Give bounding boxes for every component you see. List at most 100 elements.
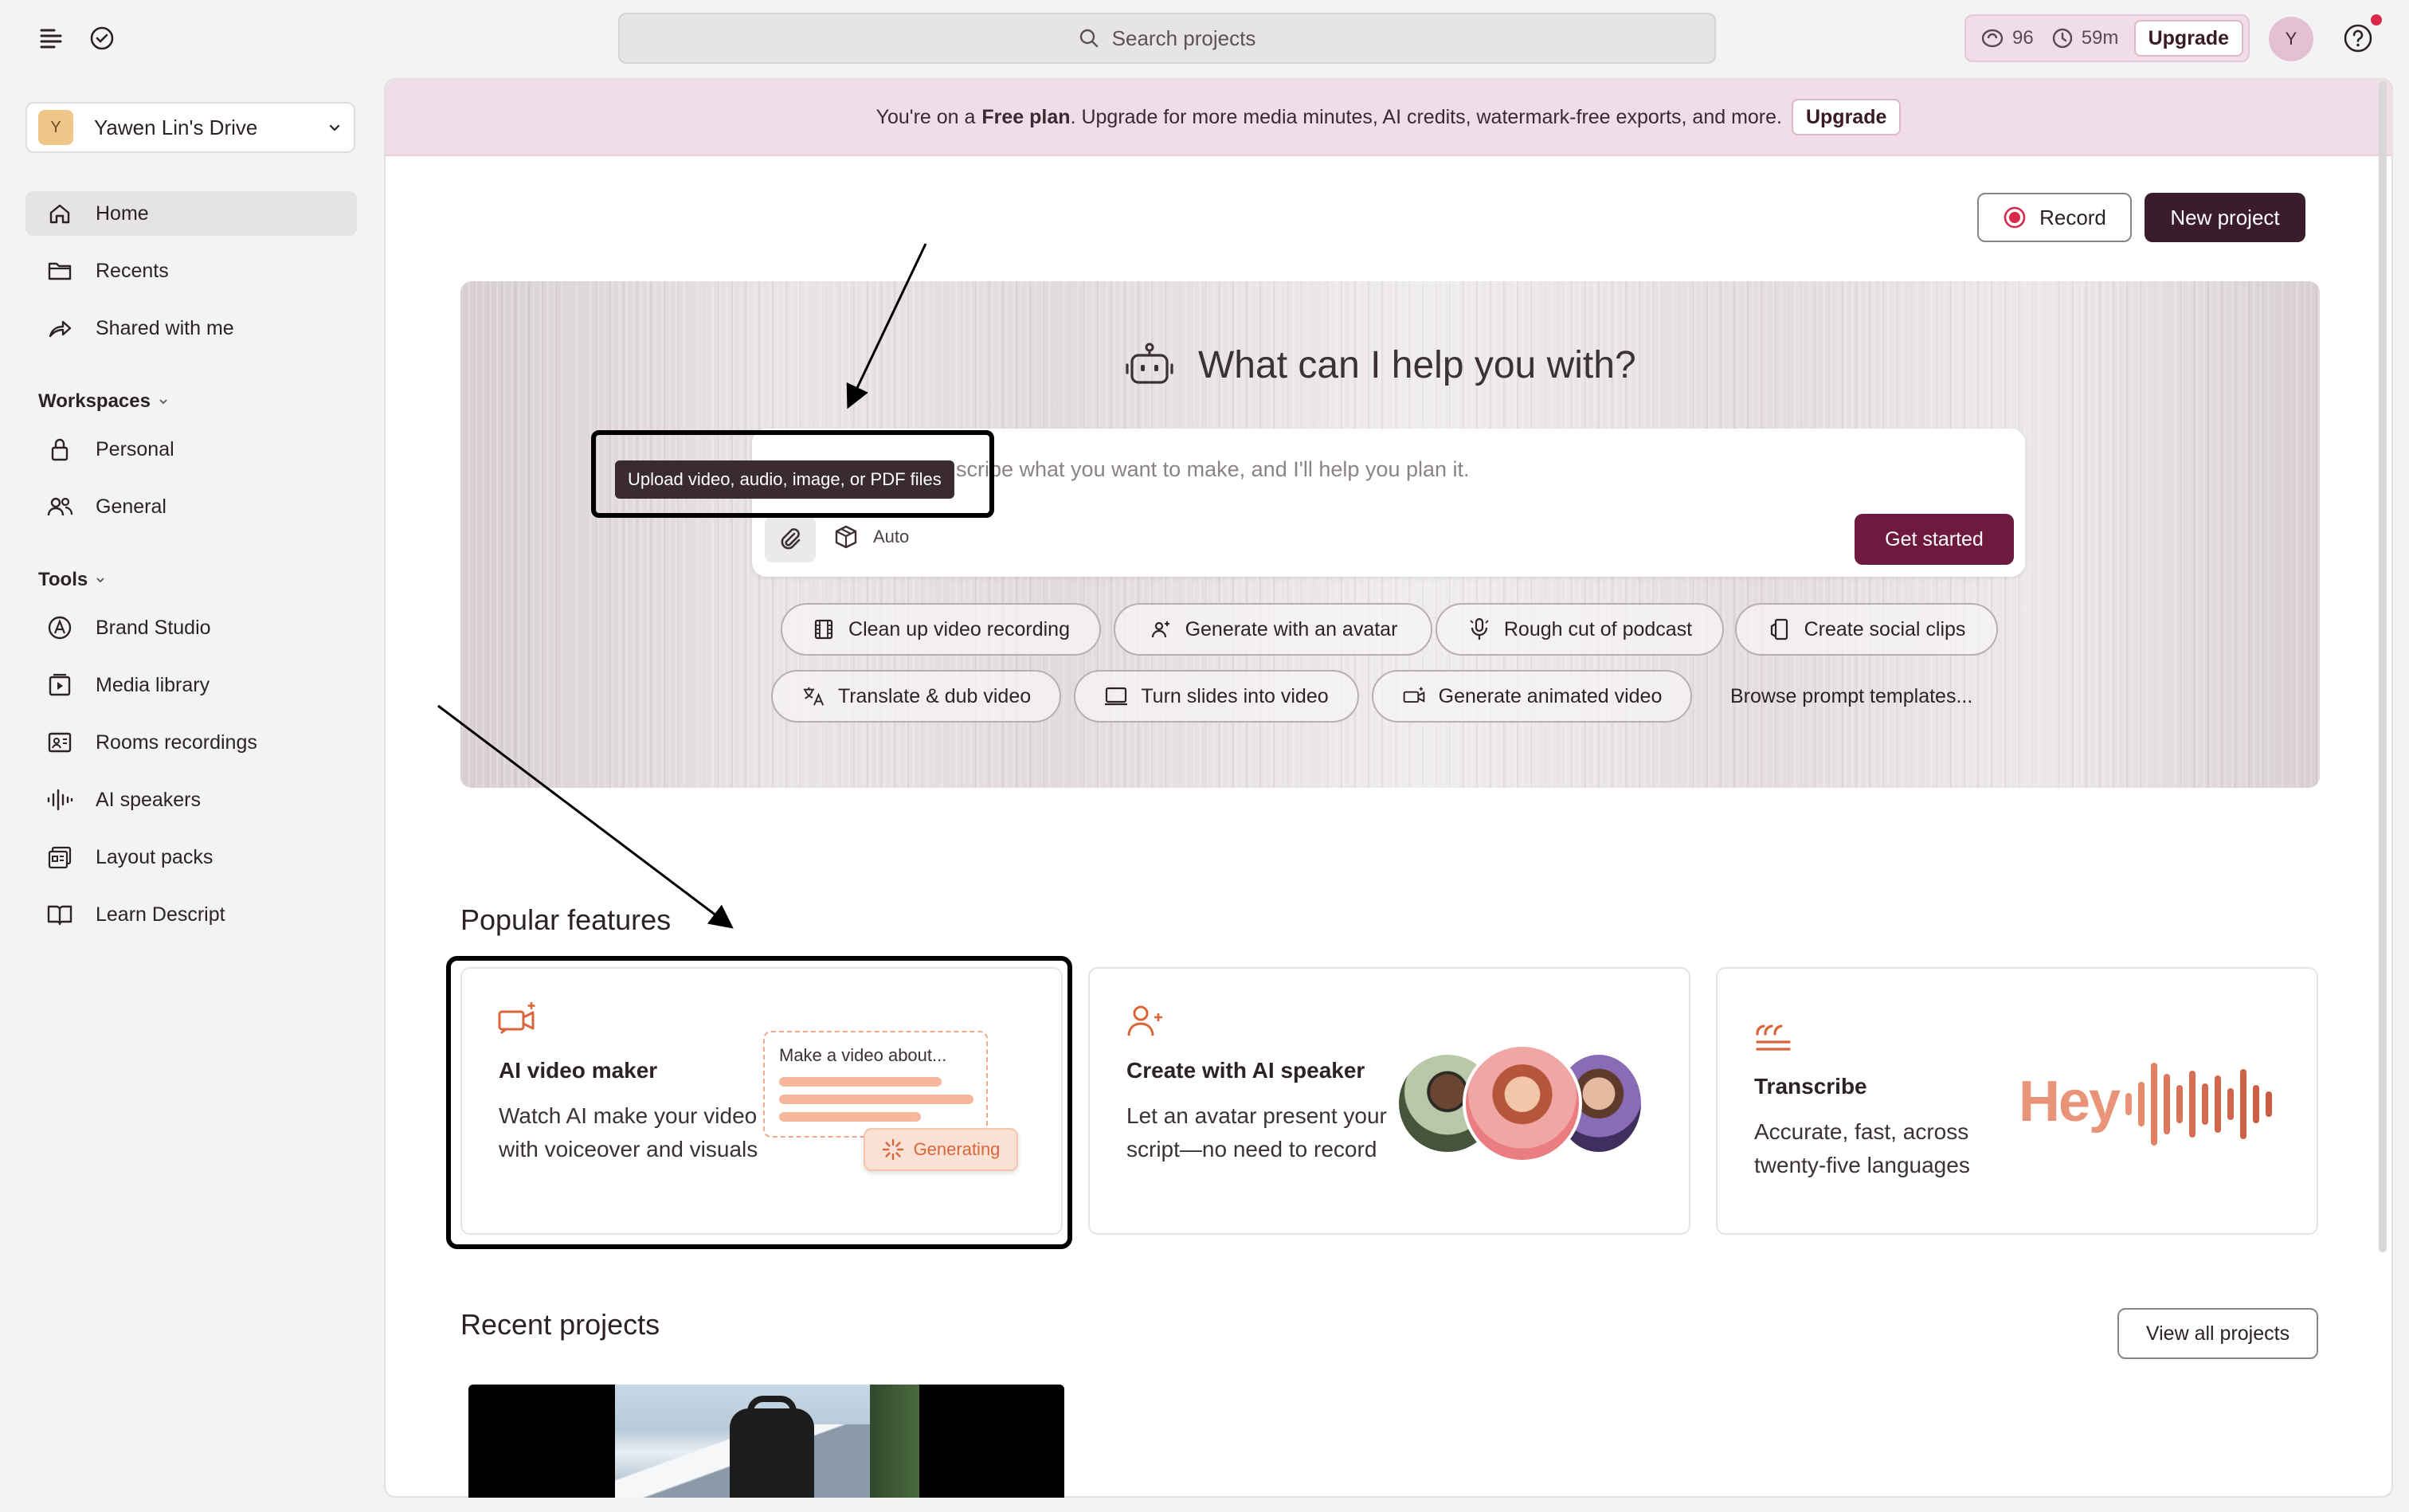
chevron-down-icon — [96, 578, 104, 583]
sidebar-item-brand-studio[interactable]: Brand Studio — [25, 605, 357, 650]
media-minutes: 59m — [2081, 27, 2119, 49]
chip-animated-video[interactable]: Generate animated video — [1372, 670, 1692, 723]
chip-label: Clean up video recording — [848, 617, 1070, 640]
card-title: Create with AI speaker — [1126, 1058, 1365, 1083]
hey-text: Hey — [2019, 1070, 2121, 1134]
model-auto-selector[interactable]: Auto — [833, 524, 909, 550]
drive-selector[interactable]: Y Yawen Lin's Drive — [25, 102, 355, 153]
chip-slides-to-video[interactable]: Turn slides into video — [1074, 670, 1359, 723]
sidebar-item-label: Personal — [96, 437, 174, 460]
brand-icon — [46, 614, 73, 641]
record-icon — [2004, 206, 2026, 229]
top-bar: Search projects 96 59m Upgrade Y — [0, 0, 2409, 76]
search-placeholder: Search projects — [1111, 25, 1256, 50]
sidebar-item-home[interactable]: Home — [25, 191, 357, 236]
chip-label: Create social clips — [1804, 617, 1966, 640]
prompt-input[interactable]: scribe what you want to make, and I'll h… — [956, 457, 1470, 482]
sidebar-item-label: Media library — [96, 673, 210, 696]
get-started-button[interactable]: Get started — [1855, 514, 2014, 565]
hero-title: What can I help you with? — [1125, 341, 1636, 389]
sidebar-item-learn[interactable]: Learn Descript — [25, 892, 357, 937]
hero-title-text: What can I help you with? — [1198, 343, 1636, 386]
project-thumbnail[interactable] — [468, 1385, 1064, 1498]
chip-label: Generate with an avatar — [1185, 617, 1398, 640]
chevron-down-icon — [159, 399, 167, 405]
browse-prompt-templates-link[interactable]: Browse prompt templates... — [1730, 685, 1972, 708]
sidebar-item-ai-speakers[interactable]: AI speakers — [25, 778, 357, 822]
sidebar-item-media-library[interactable]: Media library — [25, 663, 357, 707]
banner-suffix: . Upgrade for more media minutes, AI cre… — [1070, 105, 1782, 128]
attach-file-button[interactable] — [765, 516, 816, 562]
chip-rough-cut-podcast[interactable]: Rough cut of podcast — [1436, 603, 1724, 656]
film-icon — [812, 617, 836, 641]
avatar-sparkle-icon — [1127, 1005, 1162, 1036]
quote-icon — [1756, 1024, 1791, 1051]
media-library-icon — [46, 672, 73, 699]
ai-credits-count: 96 — [2012, 27, 2034, 49]
banner-prefix: You're on a — [875, 105, 976, 128]
chip-clean-up-video[interactable]: Clean up video recording — [781, 603, 1101, 656]
waveform-icon — [46, 786, 73, 813]
microphone-icon — [1467, 617, 1491, 641]
usage-meter[interactable]: 96 59m Upgrade — [1964, 14, 2250, 62]
clock-icon — [2052, 28, 2072, 49]
audio-waveform-graphic — [2125, 1063, 2272, 1146]
sidebar-item-rooms[interactable]: Rooms recordings — [25, 720, 357, 765]
sidebar-item-label: Rooms recordings — [96, 731, 257, 754]
chip-create-social-clips[interactable]: Create social clips — [1735, 603, 1998, 656]
workspaces-heading[interactable]: Workspaces — [38, 390, 170, 413]
menu-icon[interactable] — [35, 22, 67, 54]
check-circle-icon[interactable] — [86, 22, 118, 54]
drive-name: Yawen Lin's Drive — [94, 115, 258, 139]
chip-label: Translate & dub video — [837, 684, 1032, 707]
sidebar-item-shared[interactable]: Shared with me — [25, 306, 357, 351]
chip-generate-avatar[interactable]: Generate with an avatar — [1114, 603, 1432, 656]
banner-plan: Free plan — [981, 105, 1071, 128]
sidebar-item-label: Recents — [96, 259, 169, 282]
sidebar-item-label: Home — [96, 202, 149, 225]
people-icon — [46, 493, 73, 520]
slides-icon — [1104, 684, 1128, 708]
avatar[interactable]: Y — [2269, 17, 2313, 61]
lock-icon — [46, 436, 73, 463]
sidebar-item-recents[interactable]: Recents — [25, 249, 357, 293]
rooms-icon — [46, 729, 73, 756]
sidebar-item-layout-packs[interactable]: Layout packs — [25, 835, 357, 879]
tools-heading[interactable]: Tools — [38, 569, 107, 591]
scrollbar[interactable] — [2379, 81, 2387, 1252]
chip-label: Generate animated video — [1438, 684, 1663, 707]
sidebar-item-general[interactable]: General — [25, 484, 357, 529]
view-all-projects-button[interactable]: View all projects — [2117, 1308, 2318, 1359]
chip-label: Turn slides into video — [1141, 684, 1329, 707]
sidebar-item-label: Shared with me — [96, 316, 234, 339]
folder-icon — [46, 257, 73, 284]
sidebar-item-label: AI speakers — [96, 788, 202, 811]
sidebar-item-personal[interactable]: Personal — [25, 427, 357, 472]
upgrade-button-banner[interactable]: Upgrade — [1791, 99, 1902, 135]
home-icon — [46, 200, 73, 227]
phone-clip-icon — [1768, 617, 1792, 641]
card-description: Let an avatar present your script—no nee… — [1126, 1103, 1387, 1161]
search-icon — [1079, 29, 1098, 48]
tools-heading-label: Tools — [38, 569, 88, 590]
annotation-highlight-card — [446, 956, 1072, 1249]
help-icon[interactable] — [2342, 22, 2374, 54]
book-icon — [46, 901, 73, 928]
new-project-button[interactable]: New project — [2145, 193, 2305, 242]
popular-features-heading: Popular features — [460, 903, 672, 936]
auto-label: Auto — [873, 527, 910, 546]
upgrade-button-top[interactable]: Upgrade — [2133, 20, 2243, 57]
layout-icon — [46, 844, 73, 871]
card-title: Transcribe — [1754, 1074, 1867, 1099]
pine-tree — [870, 1385, 919, 1498]
drive-avatar: Y — [38, 110, 73, 145]
search-input[interactable]: Search projects — [618, 13, 1716, 64]
workspaces-heading-label: Workspaces — [38, 390, 151, 412]
chip-label: Rough cut of podcast — [1503, 617, 1693, 640]
chip-translate-dub[interactable]: Translate & dub video — [771, 670, 1061, 723]
camera-sparkle-icon — [1402, 684, 1426, 708]
ai-credits-icon — [1981, 29, 2004, 48]
card-description: Accurate, fast, across twenty-five langu… — [1754, 1119, 1970, 1177]
sidebar-item-label: Layout packs — [96, 845, 213, 868]
record-button[interactable]: Record — [1977, 193, 2132, 242]
